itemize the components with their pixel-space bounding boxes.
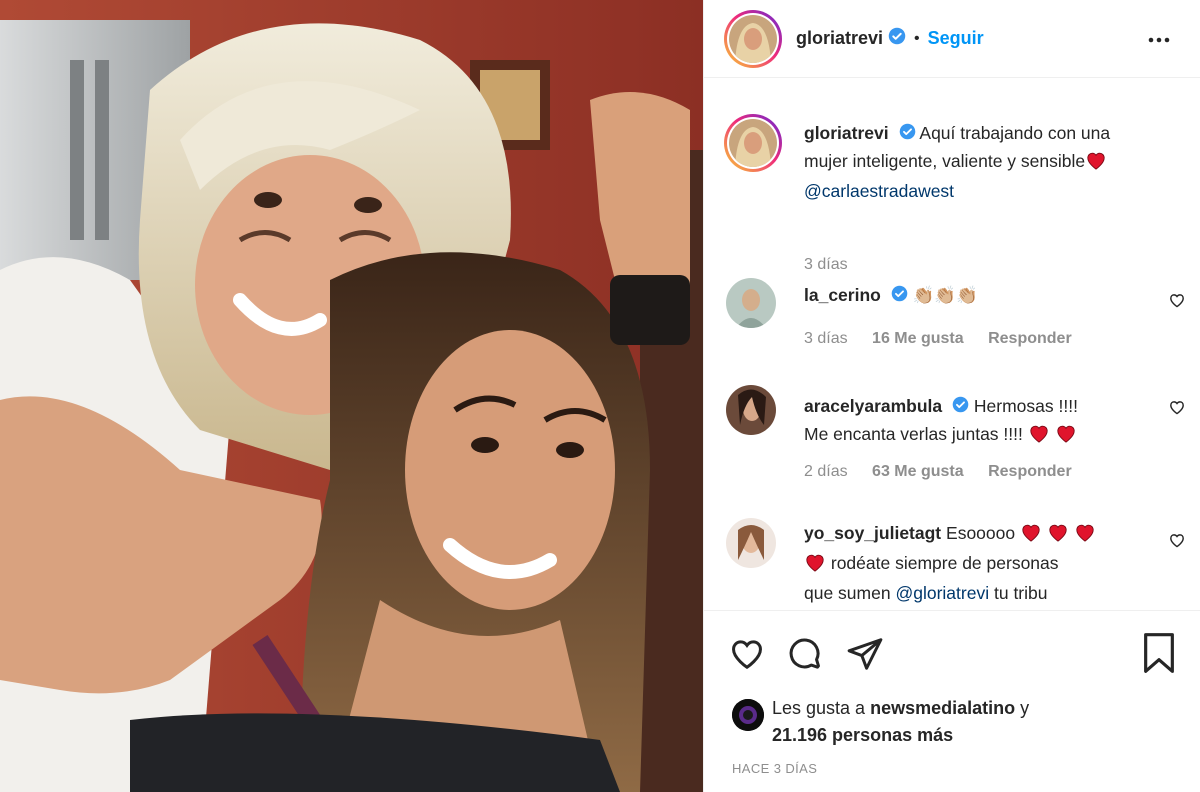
comment-item: la_cerino 👏🏼👏🏼👏🏼 3 días 16 Me gusta Resp… [726,278,1184,368]
comment-time[interactable]: 2 días [804,463,848,480]
heart-emoji-icon [1047,522,1069,550]
liker-username[interactable]: newsmedialatino [870,698,1015,718]
caption-avatar[interactable] [724,114,782,172]
comment-line-3: que sumen [804,583,891,603]
post-side-panel: gloriatrevi • Seguir gloriatrevi Aquí tr… [703,0,1200,792]
liker-avatar[interactable] [732,699,764,731]
verified-badge-icon [899,121,916,148]
follow-button[interactable]: Seguir [928,28,984,49]
post-image [0,0,703,792]
caption-username[interactable]: gloriatrevi [804,123,889,143]
reply-button[interactable]: Responder [988,330,1072,347]
heart-emoji-icon [1020,522,1042,550]
verified-badge-icon [891,283,908,310]
comment-username[interactable]: aracelyarambula [804,396,942,416]
caption-text: gloriatrevi Aquí trabajando con una muje… [804,120,1164,205]
heart-emoji-icon [1085,150,1107,178]
comment-meta: 2 días 63 Me gusta Responder [804,463,1092,481]
clap-emoji: 👏🏼👏🏼👏🏼 [912,285,978,305]
verified-badge-icon [888,27,906,50]
comment-line-2: Me encanta verlas juntas !!!! [804,423,1023,444]
caption-time[interactable]: 3 días [804,256,848,273]
comment-likes[interactable]: 63 Me gusta [872,463,964,480]
post-header: gloriatrevi • Seguir [704,0,1200,78]
comment-text: aracelyarambula Hermosas !!!! Me encanta… [804,393,1144,451]
comment-line-1: Esooooo [946,523,1016,543]
share-icon[interactable] [846,635,884,678]
comment-text: yo_soy_julietagt Esooooo rodéate siempre… [804,520,1144,607]
comment-avatar[interactable] [726,278,776,328]
comment-username[interactable]: yo_soy_julietagt [804,523,941,543]
heart-emoji-icon [1074,522,1096,550]
comment-avatar[interactable] [726,518,776,568]
comment-line-2: rodéate siempre de personas [830,553,1059,573]
comment-avatar[interactable] [726,385,776,435]
likes-prefix: Les gusta a [772,698,866,718]
verified-badge-icon [952,394,969,421]
likes-count[interactable]: 21.196 personas más [772,725,953,745]
comment-line-1: Hermosas !!!! [973,396,1078,416]
header-separator: • [914,29,920,47]
comment-username[interactable]: la_cerino [804,285,881,305]
caption: gloriatrevi Aquí trabajando con una muje… [724,114,1176,273]
bookmark-icon[interactable] [1142,633,1176,678]
heart-emoji-icon [804,552,826,580]
like-comment-icon[interactable] [1168,399,1186,420]
author-avatar[interactable] [724,9,782,68]
comments-list[interactable]: gloriatrevi Aquí trabajando con una muje… [704,78,1200,608]
heart-icon[interactable] [728,635,766,676]
like-comment-icon[interactable] [1168,292,1186,313]
author-avatar-image [729,14,777,63]
comment-meta: 3 días 16 Me gusta Responder [804,330,1092,348]
caption-mention[interactable]: @carlaestradawest [804,181,954,201]
comment-line-3-end: tu tribu [993,583,1048,603]
comment-likes[interactable]: 16 Me gusta [872,330,964,347]
author-username[interactable]: gloriatrevi [796,28,883,49]
caption-line-2: mujer inteligente, valiente y sensible [804,150,1086,171]
reply-button[interactable]: Responder [988,463,1072,480]
post-actions: Les gusta a newsmedialatino y 21.196 per… [704,610,1200,792]
comment-time[interactable]: 3 días [804,330,848,347]
post-time-ago[interactable]: HACE 3 DÍAS [732,761,817,776]
caption-meta: 3 días [804,256,868,274]
comment-mention[interactable]: @gloriatrevi [895,583,989,603]
caption-line-1: Aquí trabajando con una [919,123,1111,143]
more-options-icon[interactable] [1147,28,1171,57]
heart-emoji-icon [1055,423,1077,451]
comment-icon[interactable] [786,635,824,678]
heart-emoji-icon [1028,423,1050,451]
comment-item: aracelyarambula Hermosas !!!! Me encanta… [726,385,1184,505]
comment-item: yo_soy_julietagt Esooooo rodéate siempre… [726,518,1184,608]
likes-conj: y [1020,698,1030,718]
post-photo[interactable] [0,0,703,792]
comment-text: la_cerino 👏🏼👏🏼👏🏼 [804,282,1144,310]
like-comment-icon[interactable] [1168,532,1186,553]
